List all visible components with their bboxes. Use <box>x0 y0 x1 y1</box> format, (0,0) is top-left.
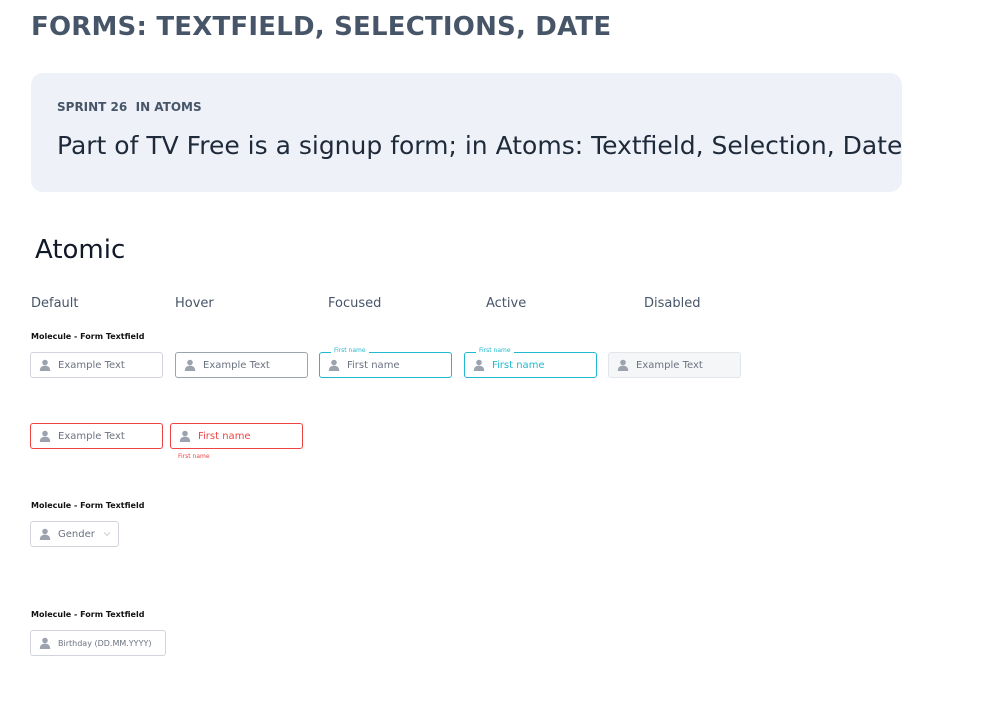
state-label-active: Active <box>486 296 527 311</box>
molecule-label-selection: Molecule - Form Textfield <box>31 501 145 510</box>
state-label-hover: Hover <box>175 296 214 311</box>
textfield-default[interactable]: Example Text <box>30 352 163 378</box>
user-icon <box>39 528 51 540</box>
user-icon <box>39 430 51 442</box>
card-eyebrow: SPRINT 26 IN ATOMS <box>57 100 202 114</box>
textfield-error[interactable]: Example Text <box>30 423 163 449</box>
molecule-label-date: Molecule - Form Textfield <box>31 610 145 619</box>
textfield-value: First name <box>492 359 545 371</box>
birthday-field[interactable]: Birthday (DD.MM.YYYY) <box>30 630 166 656</box>
molecule-label-textfield: Molecule - Form Textfield <box>31 332 145 341</box>
chevron-down-icon <box>103 531 111 537</box>
floating-label: First name <box>476 347 514 354</box>
error-helper-text: First name <box>178 453 210 460</box>
page-title: FORMS: TEXTFIELD, SELECTIONS, DATE <box>31 12 612 42</box>
user-icon <box>39 637 51 649</box>
textfield-error-filled[interactable]: First name <box>170 423 303 449</box>
textfield-active[interactable]: First name First name <box>464 347 597 378</box>
section-title: Atomic <box>35 235 126 265</box>
user-icon <box>39 359 51 371</box>
state-label-default: Default <box>31 296 79 311</box>
user-icon <box>473 359 485 371</box>
date-placeholder: Birthday (DD.MM.YYYY) <box>58 638 152 648</box>
textfield-value: Example Text <box>58 359 125 371</box>
card-description: Part of TV Free is a signup form; in Ato… <box>57 131 903 160</box>
textfield-disabled: Example Text <box>608 352 741 378</box>
state-label-disabled: Disabled <box>644 296 701 311</box>
textfield-value: Example Text <box>203 359 270 371</box>
user-icon <box>184 359 196 371</box>
page: FORMS: TEXTFIELD, SELECTIONS, DATE SPRIN… <box>0 0 987 705</box>
user-icon <box>617 359 629 371</box>
floating-label: First name <box>331 347 369 354</box>
user-icon <box>328 359 340 371</box>
textfield-value: First name <box>347 359 400 371</box>
textfield-hover[interactable]: Example Text <box>175 352 308 378</box>
textfield-value: Example Text <box>636 359 703 371</box>
info-card: SPRINT 26 IN ATOMS Part of TV Free is a … <box>31 73 902 192</box>
textfield-value: Example Text <box>58 430 125 442</box>
textfield-focused[interactable]: First name First name <box>319 347 452 378</box>
state-label-focused: Focused <box>328 296 382 311</box>
select-value: Gender <box>58 528 95 540</box>
gender-select[interactable]: Gender <box>30 521 119 547</box>
user-icon <box>179 430 191 442</box>
textfield-value: First name <box>198 430 251 442</box>
